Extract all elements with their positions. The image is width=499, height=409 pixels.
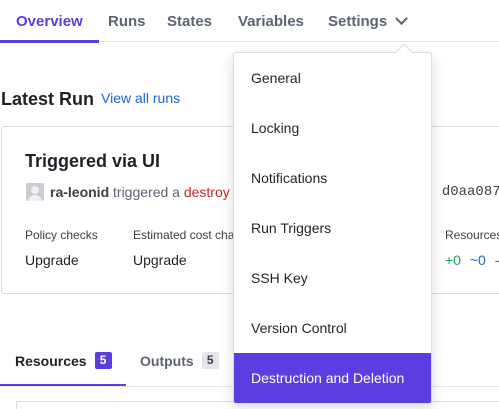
commit-sha[interactable]: d0aa087 (442, 184, 499, 200)
tab-settings-label: Settings (328, 12, 388, 30)
tab-settings[interactable]: Settings (328, 0, 409, 42)
avatar (26, 183, 44, 201)
tab-outputs-label: Outputs (140, 352, 194, 369)
tab-states[interactable]: States (167, 0, 212, 42)
cost-estimation-value: Upgrade (133, 252, 187, 268)
tab-overview[interactable]: Overview (0, 0, 99, 43)
menu-item-run-triggers[interactable]: Run Triggers (234, 203, 431, 253)
tab-resources-label: Resources (15, 352, 87, 369)
menu-item-locking[interactable]: Locking (234, 103, 431, 153)
run-action-text: triggered a (113, 184, 180, 200)
policy-checks-value: Upgrade (25, 252, 79, 268)
menu-item-version-control[interactable]: Version Control (234, 303, 431, 353)
run-commit: - d0aa087 (425, 184, 499, 200)
tab-outputs[interactable]: Outputs 5 (140, 352, 219, 369)
run-action-type: destroy (183, 184, 230, 200)
outputs-count-badge: 5 (201, 352, 219, 369)
resources-add: +0 (445, 252, 461, 268)
resources-change: ~0 (469, 252, 486, 268)
menu-item-destruction-and-deletion[interactable]: Destruction and Deletion (234, 353, 431, 403)
policy-checks-label: Policy checks (25, 228, 98, 242)
view-all-runs-link[interactable]: View all runs (101, 90, 180, 106)
tab-runs[interactable]: Runs (108, 0, 146, 42)
run-meta: ra-leonid triggered a destroy (50, 184, 230, 200)
tab-variables[interactable]: Variables (238, 0, 304, 42)
resources-changes: +0 ~0 - (445, 252, 499, 268)
resources-destroy: - (494, 252, 499, 268)
menu-item-ssh-key[interactable]: SSH Key (234, 253, 431, 303)
workspace-nav: Overview Runs States Variables Settings (0, 0, 499, 43)
latest-run-heading: Latest Run (1, 89, 95, 109)
chevron-down-icon (395, 11, 409, 25)
cost-estimation-label: Estimated cost cha (133, 228, 235, 242)
resources-label: Resources (445, 228, 499, 242)
tab-resources[interactable]: Resources 5 (15, 352, 112, 369)
run-user: ra-leonid (50, 184, 110, 200)
run-title[interactable]: Triggered via UI (25, 151, 160, 172)
menu-item-notifications[interactable]: Notifications (234, 153, 431, 203)
settings-dropdown-menu: General Locking Notifications Run Trigge… (233, 52, 432, 404)
menu-item-general[interactable]: General (234, 53, 431, 103)
resources-count-badge: 5 (94, 352, 112, 369)
